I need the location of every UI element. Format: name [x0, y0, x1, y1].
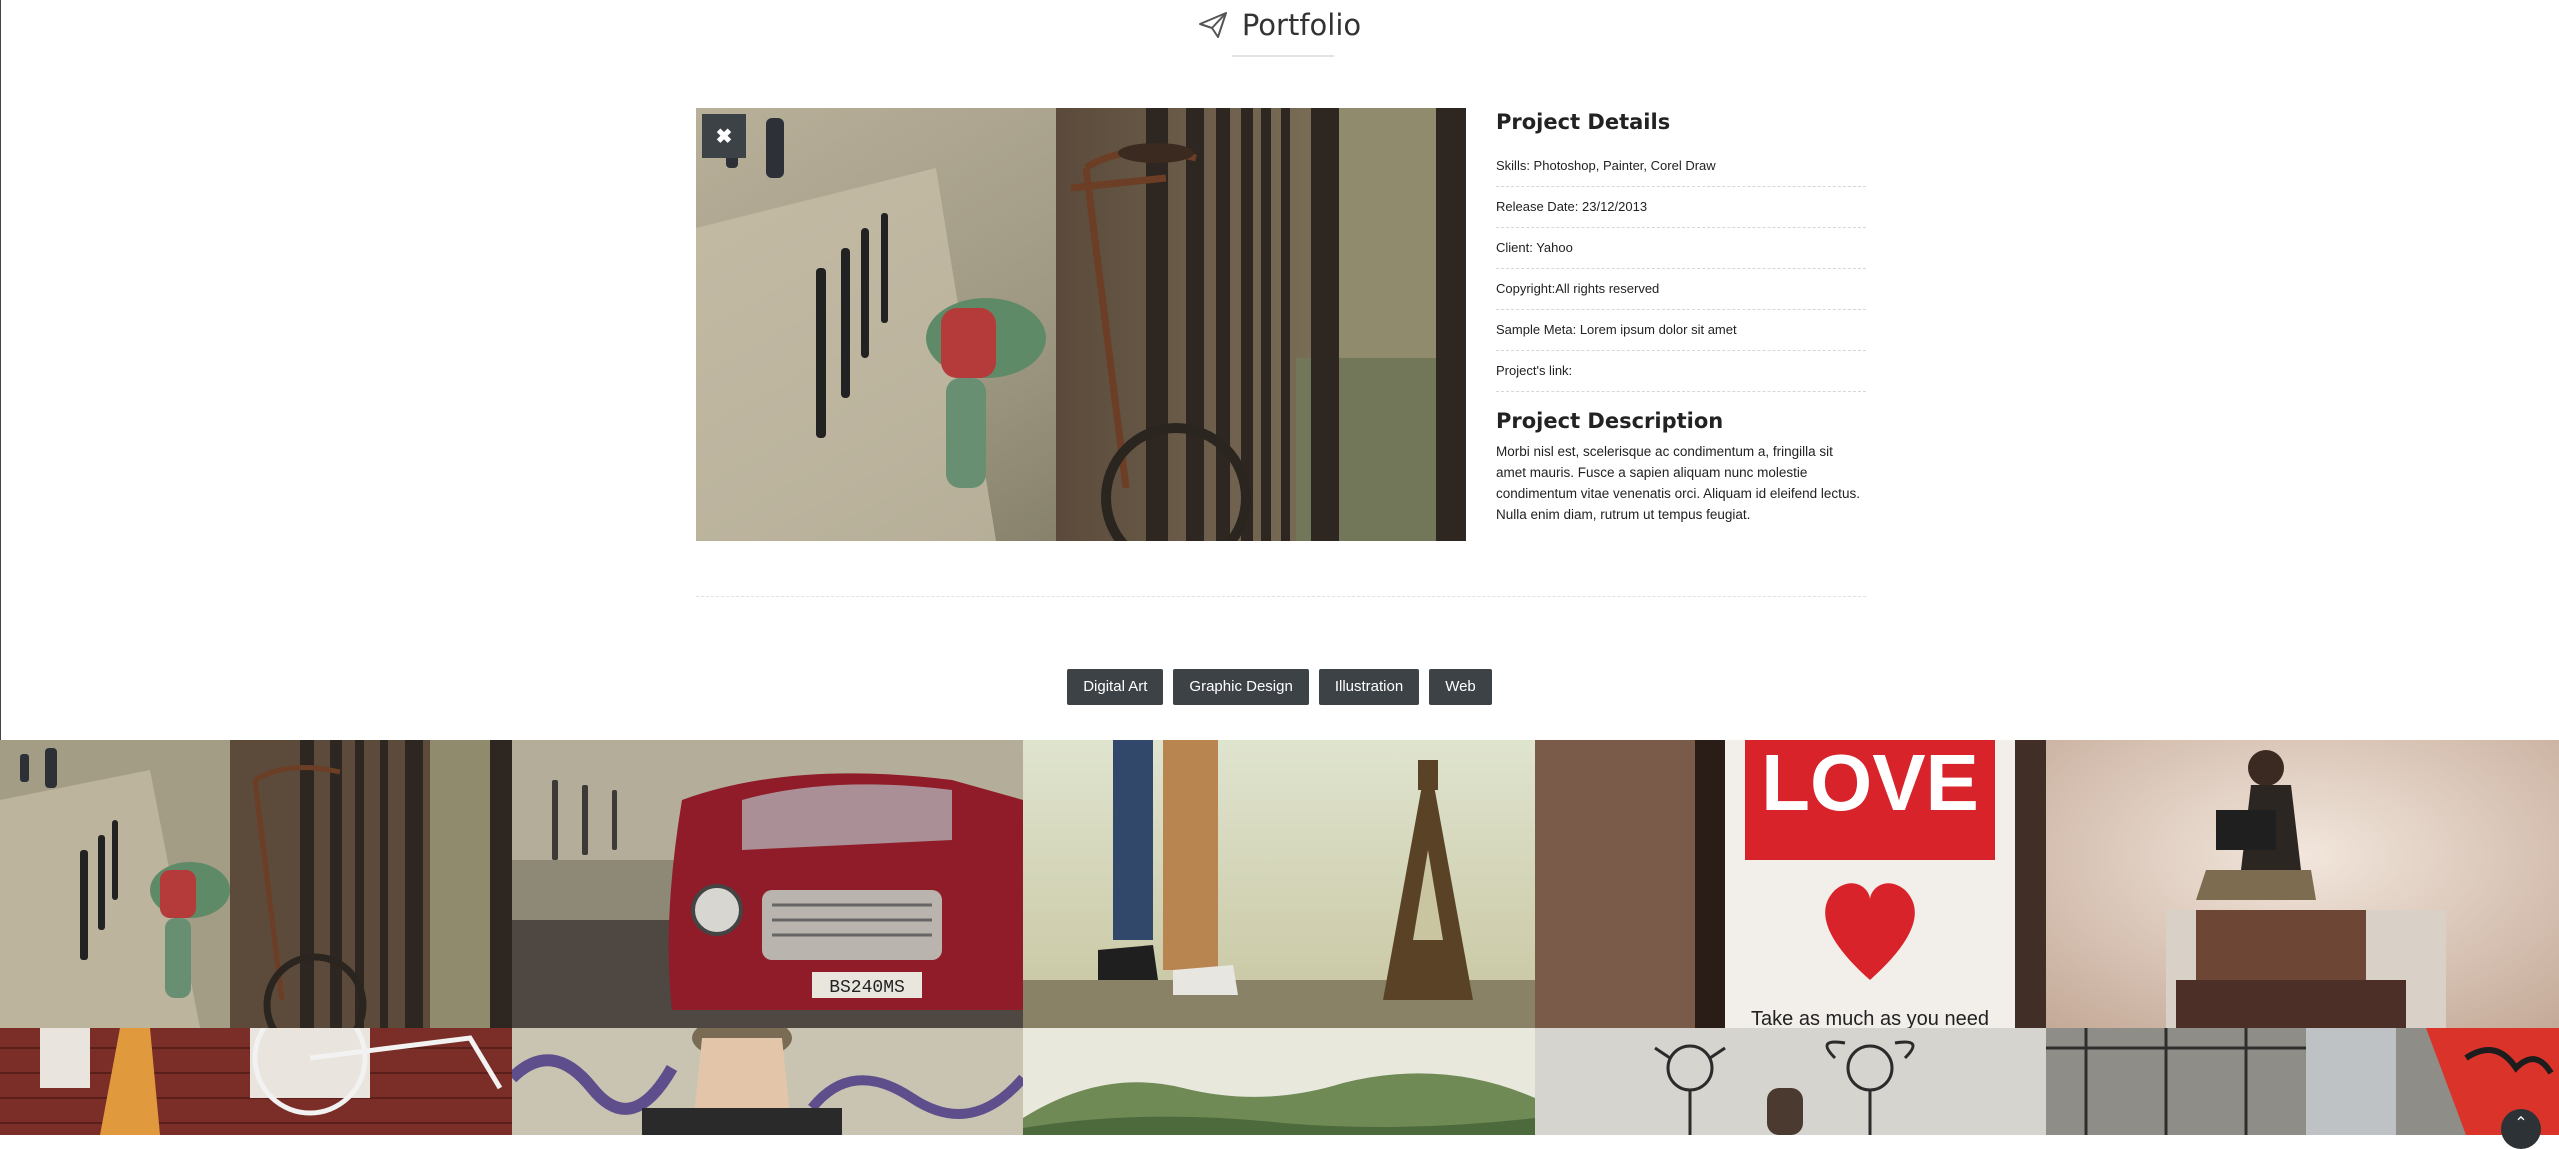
scroll-to-top-button[interactable]: ⌃	[2501, 1109, 2541, 1149]
detail-client: Client: Yahoo	[1496, 228, 1866, 269]
portfolio-item-landscape[interactable]	[1023, 1028, 1535, 1135]
detail-skills: Skills: Photoshop, Painter, Corel Draw	[1496, 146, 1866, 187]
detail-sample-meta: Sample Meta: Lorem ipsum dolor sit amet	[1496, 310, 1866, 351]
paper-plane-icon	[1198, 12, 1227, 38]
detail-list: Skills: Photoshop, Painter, Corel Draw R…	[1496, 146, 1866, 392]
portfolio-filters: Digital Art Graphic Design Illustration …	[0, 669, 2559, 705]
portfolio-item-reading-girl[interactable]	[2046, 740, 2559, 1028]
title-underline	[1232, 55, 1334, 57]
portfolio-item-graffiti-man[interactable]	[512, 1028, 1023, 1135]
project-details: Project Details Skills: Photoshop, Paint…	[1496, 108, 1866, 525]
portfolio-item-graffiti-sign[interactable]	[2046, 1028, 2559, 1135]
portfolio-item-red-car[interactable]: BS240MS	[512, 740, 1023, 1028]
portfolio-item-eiffel-tower[interactable]	[1023, 740, 1535, 1028]
portfolio-header: Portfolio	[0, 8, 2559, 45]
portfolio-grid: BS240MS LOVE Take as much as you need ⌃	[0, 740, 2559, 1149]
portfolio-item-bicycle-wall[interactable]	[0, 1028, 512, 1135]
project-hero-image	[696, 108, 1466, 541]
project-details-title: Project Details	[1496, 110, 1671, 134]
filter-illustration-button[interactable]: Illustration	[1318, 669, 1420, 705]
portfolio-item-street-art[interactable]	[1535, 1028, 2046, 1135]
section-divider	[696, 596, 1866, 597]
detail-project-link: Project's link:	[1496, 351, 1866, 392]
filter-web-button[interactable]: Web	[1429, 669, 1492, 705]
close-icon: ✖	[715, 125, 733, 148]
project-description-title: Project Description	[1496, 409, 1724, 433]
filter-digital-art-button[interactable]: Digital Art	[1067, 669, 1164, 705]
detail-release-date: Release Date: 23/12/2013	[1496, 187, 1866, 228]
close-button[interactable]: ✖	[702, 114, 746, 158]
detail-copyright: Copyright:All rights reserved	[1496, 269, 1866, 310]
portfolio-item-love-sign[interactable]: LOVE Take as much as you need	[1535, 740, 2046, 1028]
project-description: Morbi nisl est, scelerisque ac condiment…	[1496, 444, 1860, 522]
license-plate-text: BS240MS	[829, 978, 905, 998]
chevron-up-icon: ⌃	[2514, 1115, 2528, 1132]
filter-graphic-design-button[interactable]: Graphic Design	[1173, 669, 1309, 705]
left-border	[0, 0, 1, 740]
love-sign-text: LOVE	[1761, 740, 1979, 827]
page-title: Portfolio	[1241, 8, 1362, 42]
love-sign-caption: Take as much as you need	[1751, 1008, 1989, 1028]
portfolio-item-bicycle[interactable]	[0, 740, 512, 1028]
